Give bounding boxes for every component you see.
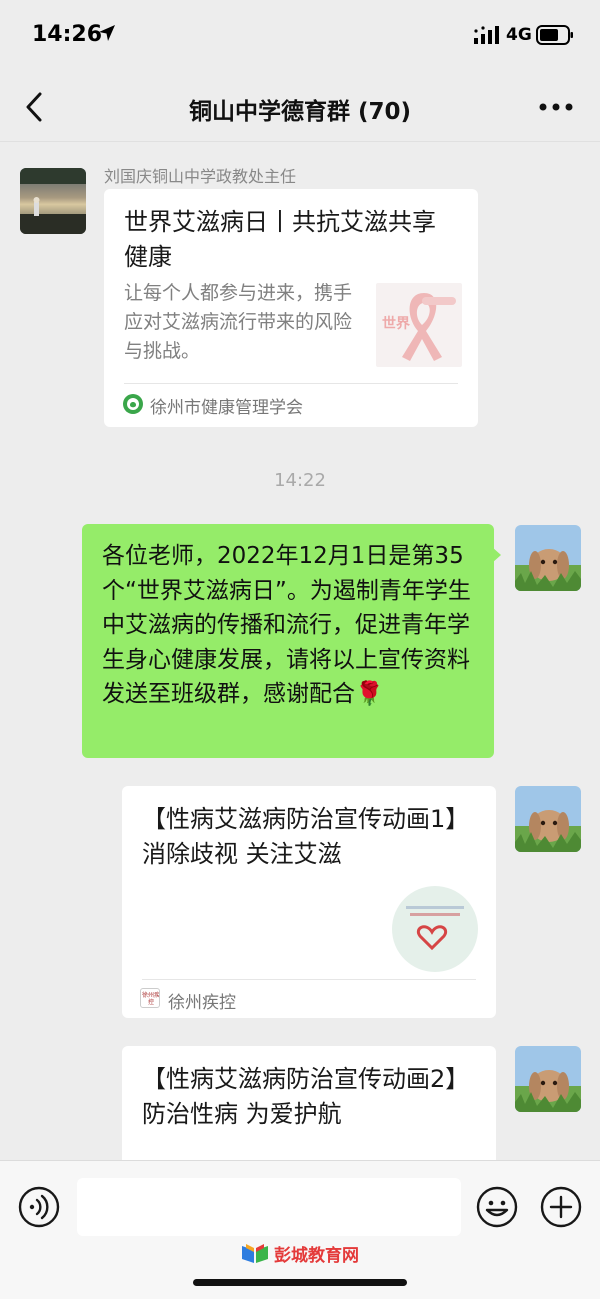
link-card-2-title: 【性病艾滋病防治宣传动画1】消除歧视 关注艾滋 (142, 805, 470, 868)
link-card-1-description: 让每个人都参与进来，携手应对艾滋病流行带来的风险与挑战。 (124, 282, 353, 362)
watermark-text: 彭城教育网 (274, 1245, 359, 1266)
link-card-1-source: 徐州市健康管理学会 (150, 398, 303, 418)
xuzhou-cdc-logo: 徐州疾控 (140, 988, 160, 1008)
sender-name: 刘国庆铜山中学政教处主任 (104, 167, 297, 186)
link-card-3[interactable]: 【性病艾滋病防治宣传动画2】防治性病 为爱护航 (122, 1046, 496, 1160)
status-time: 14:26 (32, 22, 103, 47)
home-indicator[interactable] (193, 1279, 407, 1286)
link-card-1[interactable]: 世界艾滋病日丨共抗艾滋共享健康 让每个人都参与进来，携手应对艾滋病流行带来的风险… (104, 189, 478, 427)
link-card-1-thumb-text: 世界 (382, 316, 410, 332)
link-card-1-title: 世界艾滋病日丨共抗艾滋共享健康 (124, 208, 436, 271)
sender-avatar[interactable] (20, 168, 86, 234)
input-bar: 彭城教育网 (0, 1160, 600, 1299)
more-options-icon[interactable] (538, 100, 574, 114)
heart-icon (406, 906, 464, 951)
network-label: 4G (506, 25, 532, 45)
my-avatar[interactable] (515, 525, 581, 591)
link-card-2[interactable]: 【性病艾滋病防治宣传动画1】消除歧视 关注艾滋 徐州疾控 徐州疾控 (122, 786, 496, 1018)
link-card-1-divider (124, 383, 458, 384)
message-input[interactable] (77, 1178, 461, 1236)
link-card-2-source: 徐州疾控 (168, 993, 236, 1013)
avatar-rabbit-image (515, 786, 581, 852)
avatar-lake-image (20, 168, 86, 234)
emoji-icon[interactable] (476, 1186, 518, 1228)
avatar-rabbit-image (515, 1046, 581, 1112)
source-logo-icon (123, 394, 143, 414)
watermark: 彭城教育网 (240, 1241, 359, 1266)
text-message: 各位老师，2022年12月1日是第35个“世界艾滋病日”。为遏制青年学生中艾滋病… (102, 543, 471, 707)
nav-bar: 铜山中学德育群 (70) (0, 72, 600, 142)
battery-icon (536, 25, 573, 45)
avatar-rabbit-image (515, 525, 581, 591)
chat-title: 铜山中学德育群 (70) (188, 99, 412, 125)
my-avatar-3[interactable] (515, 1046, 581, 1112)
link-card-2-thumbnail (392, 886, 478, 972)
voice-input-icon[interactable] (18, 1186, 60, 1228)
book-logo-icon (242, 1244, 268, 1263)
link-card-2-divider (142, 979, 476, 980)
bubble-tail (492, 547, 501, 563)
plus-icon[interactable] (540, 1186, 582, 1228)
timestamp: 14:22 (274, 470, 326, 491)
link-card-1-thumbnail: 世界 (376, 283, 462, 367)
link-card-3-title: 【性病艾滋病防治宣传动画2】防治性病 为爱护航 (142, 1065, 470, 1128)
my-avatar-2[interactable] (515, 786, 581, 852)
location-arrow-icon (99, 25, 115, 41)
signal-icon (474, 26, 499, 44)
xuzhou-cdc-logo-text: 徐州疾控 (142, 992, 160, 1006)
status-bar: 14:26 4G (0, 0, 600, 72)
